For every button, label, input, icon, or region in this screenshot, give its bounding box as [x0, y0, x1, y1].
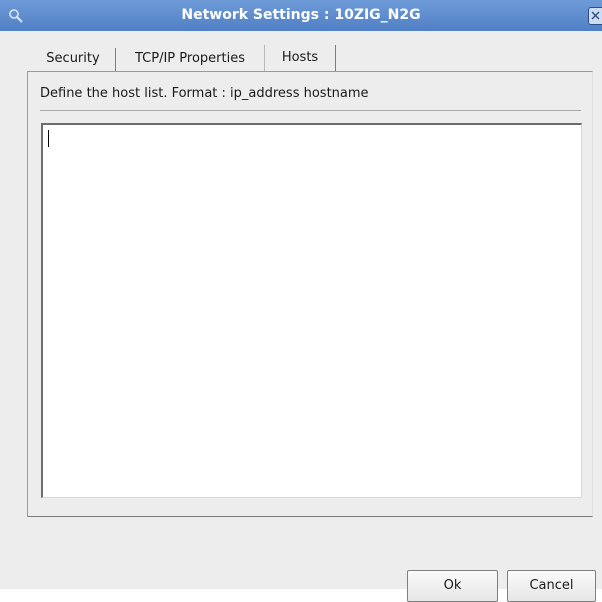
tab-security[interactable]: Security — [31, 46, 115, 72]
tab-hosts[interactable]: Hosts — [264, 45, 336, 72]
close-button[interactable] — [588, 7, 602, 25]
text-caret — [48, 130, 49, 147]
tab-tcpip-properties[interactable]: TCP/IP Properties — [116, 46, 264, 72]
tab-label: TCP/IP Properties — [135, 51, 245, 66]
window-title: Network Settings : 10ZIG_N2G — [181, 7, 421, 23]
tab-label: Security — [46, 51, 100, 66]
close-icon — [591, 8, 600, 24]
ok-button[interactable]: Ok — [407, 570, 498, 602]
hosts-list-textarea[interactable] — [41, 123, 582, 498]
hosts-description: Define the host list. Format : ip_addres… — [40, 86, 369, 101]
tab-label: Hosts — [281, 50, 319, 65]
network-settings-dialog: Network Settings : 10ZIG_N2G Security TC… — [0, 0, 602, 602]
title-bar[interactable]: Network Settings : 10ZIG_N2G — [0, 0, 602, 31]
separator — [40, 110, 581, 111]
cancel-button[interactable]: Cancel — [507, 570, 596, 602]
